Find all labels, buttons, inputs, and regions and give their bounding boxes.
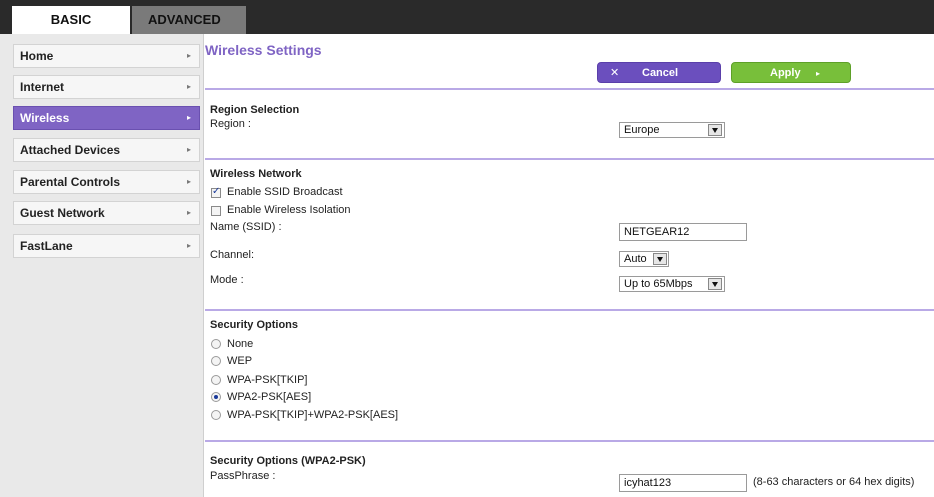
dropdown-arrow-icon[interactable] [708, 124, 722, 136]
channel-label: Channel: [210, 249, 255, 261]
sidebar: Home ▸ Internet ▸ Wireless ▸ Attached De… [0, 34, 204, 497]
chevron-right-icon: ▸ [186, 145, 191, 154]
region-select[interactable]: Europe [619, 122, 725, 138]
chevron-right-icon: ▸ [186, 208, 191, 217]
security-radio-wpa2-psk-aes[interactable] [211, 392, 221, 402]
ssid-broadcast-label: Enable SSID Broadcast [227, 186, 343, 198]
chevron-right-icon: ▸ [186, 177, 191, 186]
dropdown-arrow-icon[interactable] [708, 278, 722, 290]
passphrase-input[interactable]: icyhat123 [619, 474, 747, 492]
security-radio-label: None [227, 338, 254, 350]
region-heading: Region Selection [210, 104, 300, 116]
security-radio-label: WPA2-PSK[AES] [227, 391, 312, 403]
page-title: Wireless Settings [205, 42, 322, 58]
ssid-name-value: NETGEAR12 [624, 226, 690, 238]
dropdown-arrow-icon[interactable] [653, 253, 667, 265]
passphrase-label: PassPhrase : [210, 470, 276, 482]
security-radio-wpa-wpa2-mixed[interactable] [211, 410, 221, 420]
chevron-right-icon: ▸ [186, 241, 191, 250]
region-select-value: Europe [624, 124, 660, 136]
sidebar-item-guest-network[interactable]: Guest Network ▸ [13, 201, 200, 225]
chevron-right-icon: ▸ [816, 69, 821, 78]
section-divider [205, 440, 934, 442]
sidebar-item-label: Attached Devices [20, 143, 121, 157]
wireless-isolation-label: Enable Wireless Isolation [227, 204, 351, 216]
top-tab-bar: BASIC ADVANCED [0, 0, 934, 34]
cancel-button-label: Cancel [642, 67, 679, 79]
sidebar-item-label: Home [20, 49, 54, 63]
wireless-network-heading: Wireless Network [210, 168, 302, 180]
tab-advanced[interactable]: ADVANCED [132, 6, 246, 34]
apply-button-label: Apply [770, 67, 801, 79]
mode-select-value: Up to 65Mbps [624, 278, 693, 290]
mode-select[interactable]: Up to 65Mbps [619, 276, 725, 292]
sidebar-item-fastlane[interactable]: FastLane ▸ [13, 234, 200, 258]
security-options-heading: Security Options [210, 319, 299, 331]
section-divider [205, 158, 934, 160]
sidebar-item-label: Guest Network [20, 206, 105, 220]
sidebar-item-label: FastLane [20, 239, 73, 253]
sidebar-item-label: Internet [20, 80, 65, 94]
main-content: Wireless Settings ✕ Cancel Apply ▸ Regio… [205, 34, 934, 497]
apply-button[interactable]: Apply ▸ [731, 62, 851, 83]
security-radio-wpa-psk-tkip[interactable] [211, 375, 221, 385]
sidebar-item-wireless[interactable]: Wireless ▸ [13, 106, 200, 130]
channel-select-value: Auto [624, 253, 647, 265]
mode-label: Mode : [210, 274, 244, 286]
channel-select[interactable]: Auto [619, 251, 669, 267]
chevron-right-icon: ▸ [186, 113, 191, 122]
sidebar-item-internet[interactable]: Internet ▸ [13, 75, 200, 99]
passphrase-value: icyhat123 [624, 477, 672, 489]
security-radio-label: WPA-PSK[TKIP]+WPA2-PSK[AES] [227, 409, 399, 421]
ssid-name-label: Name (SSID) : [210, 221, 282, 233]
chevron-right-icon: ▸ [186, 51, 191, 60]
security-radio-none[interactable] [211, 339, 221, 349]
close-icon: ✕ [610, 67, 620, 79]
wpa2-options-heading: Security Options (WPA2-PSK) [210, 455, 366, 467]
chevron-right-icon: ▸ [186, 82, 191, 91]
sidebar-item-label: Wireless [20, 111, 70, 125]
security-radio-label: WEP [227, 355, 253, 367]
cancel-button[interactable]: ✕ Cancel [597, 62, 721, 83]
sidebar-item-parental-controls[interactable]: Parental Controls ▸ [13, 170, 200, 194]
ssid-broadcast-checkbox[interactable] [211, 186, 221, 198]
sidebar-item-attached-devices[interactable]: Attached Devices ▸ [13, 138, 200, 162]
ssid-name-input[interactable]: NETGEAR12 [619, 223, 747, 241]
tab-basic[interactable]: BASIC [12, 6, 130, 34]
sidebar-item-home[interactable]: Home ▸ [13, 44, 200, 68]
passphrase-hint: (8-63 characters or 64 hex digits) [753, 476, 915, 488]
region-label: Region : [210, 118, 251, 130]
wireless-isolation-checkbox[interactable] [211, 206, 221, 216]
security-radio-wep[interactable] [211, 356, 221, 366]
sidebar-item-label: Parental Controls [20, 175, 121, 189]
security-radio-label: WPA-PSK[TKIP] [227, 374, 308, 386]
section-divider [205, 88, 934, 90]
section-divider [205, 309, 934, 311]
